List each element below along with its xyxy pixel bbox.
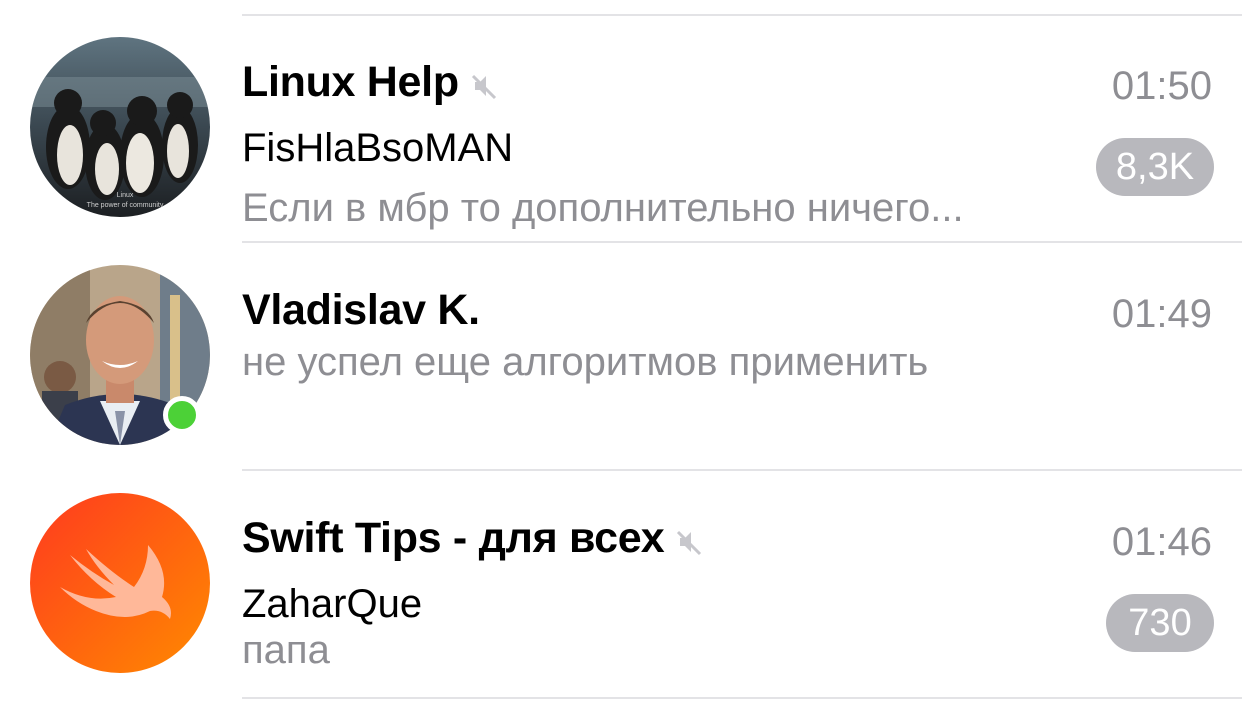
chat-time: 01:49 (1111, 292, 1212, 336)
penguins-avatar-image: Linux The power of community (30, 37, 210, 217)
chat-sender: FisHlaBsoMAN (242, 126, 514, 170)
avatar-linux-help: Linux The power of community (30, 37, 210, 217)
unread-badge: 730 (1106, 594, 1214, 652)
avatar-caption-linux: Linux (117, 192, 134, 199)
separator (242, 241, 1242, 243)
avatar-caption-community: The power of community (87, 202, 164, 209)
chat-row-swift-tips[interactable]: Swift Tips - для всех 01:46 ZaharQue пап… (0, 472, 1242, 700)
chat-title-group: Linux Help (242, 58, 499, 107)
chat-preview: Если в мбр то дополнительно ничего... (242, 186, 964, 230)
chat-row-vladislav[interactable]: Vladislav K. 01:49 не успел еще алгоритм… (0, 244, 1242, 472)
swift-bird-icon (30, 493, 210, 673)
avatar-swift-tips (30, 493, 210, 673)
chat-title-group: Swift Tips - для всех (242, 514, 704, 563)
chat-title: Vladislav K. (242, 286, 480, 334)
chat-title: Swift Tips - для всех (242, 514, 665, 562)
unread-badge: 8,3K (1096, 138, 1214, 196)
chat-row-linux-help[interactable]: Linux The power of community Linux Help … (0, 16, 1242, 244)
separator (242, 469, 1242, 471)
speaker-muted-icon (469, 71, 499, 101)
separator (242, 697, 1242, 699)
online-status-indicator (163, 396, 201, 434)
speaker-muted-icon (674, 527, 704, 557)
chat-preview: папа (242, 628, 330, 672)
chat-time: 01:50 (1111, 64, 1212, 108)
chat-preview: не успел еще алгоритмов применить (242, 340, 929, 384)
chat-title: Linux Help (242, 58, 459, 106)
chat-time: 01:46 (1111, 520, 1212, 564)
chat-sender: ZaharQue (242, 582, 423, 626)
chat-list: Linux The power of community Linux Help … (0, 0, 1242, 708)
